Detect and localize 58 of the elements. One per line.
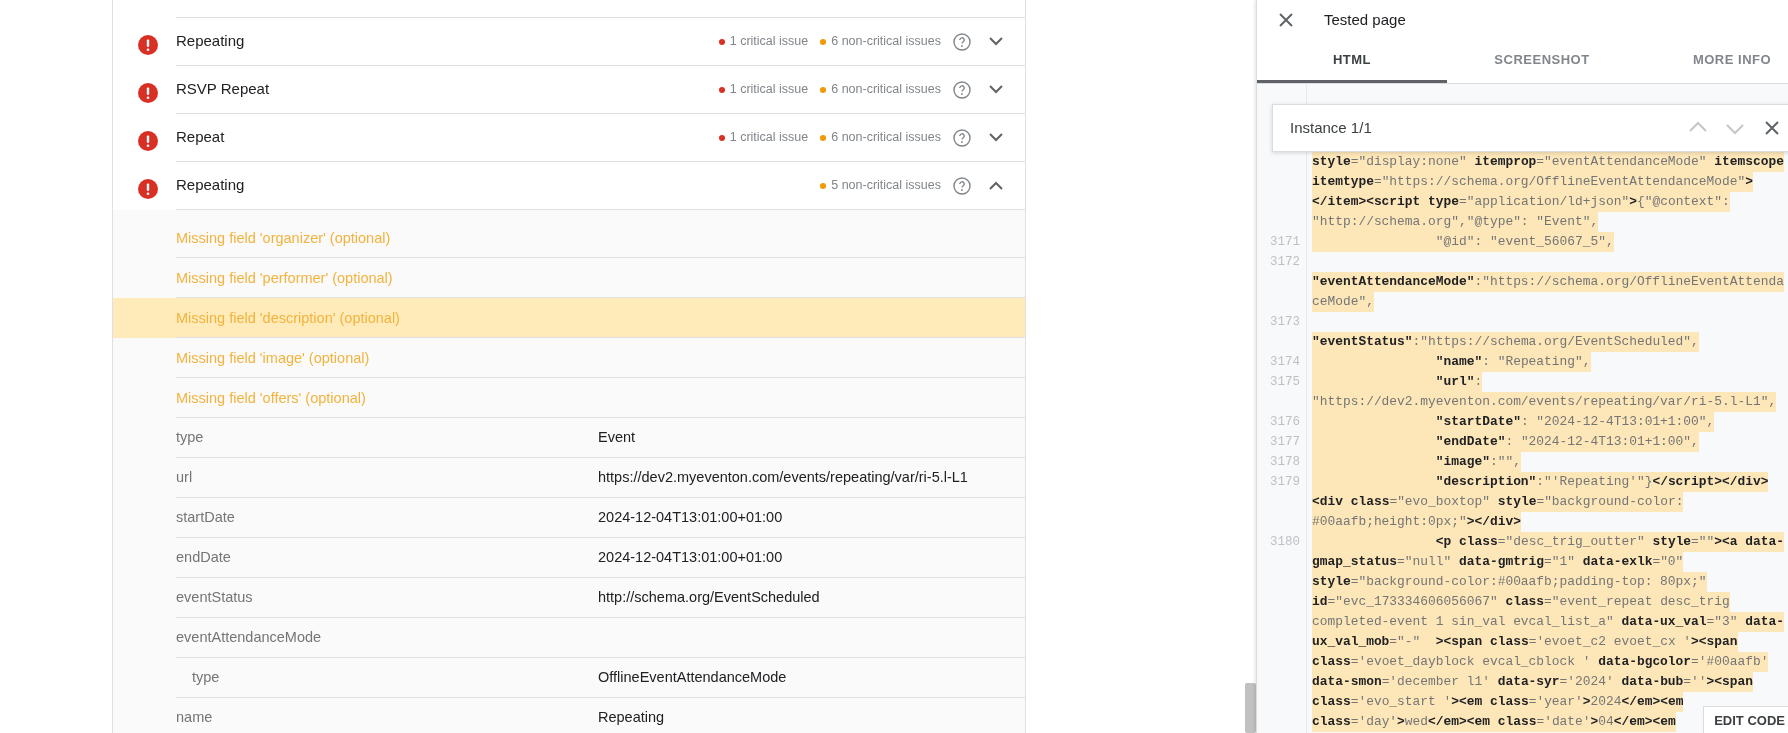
result-name: Repeating [176, 175, 246, 196]
property-value: Repeating [598, 707, 665, 727]
result-name: Repeating [176, 31, 246, 52]
error-icon [138, 32, 158, 52]
line-number: 3179 [1270, 474, 1300, 491]
property-label: startDate [176, 507, 236, 527]
issue-row[interactable]: Missing field 'offers' (optional) [113, 378, 1025, 418]
property-value: 2024-12-04T13:01:00+01:00 [598, 507, 783, 527]
error-icon [138, 80, 158, 100]
issue-count: 6 non-critical issues [831, 129, 941, 147]
line-number: 3173 [1270, 314, 1300, 331]
panel-tab[interactable]: MORE INFO [1637, 40, 1788, 83]
panel-tab[interactable]: SCREENSHOT [1447, 40, 1637, 83]
help-icon[interactable] [953, 32, 971, 51]
error-icon [138, 176, 158, 196]
result-name: RSVP Repeat [176, 79, 271, 100]
property-value: http://schema.org/EventScheduled [598, 587, 820, 607]
expand-chevron-icon[interactable] [989, 85, 1003, 94]
property-label: name [176, 707, 214, 727]
line-number: 3176 [1270, 414, 1300, 431]
property-label: type [176, 427, 205, 447]
result-name: Repeat [176, 127, 226, 148]
line-number: 3172 [1270, 254, 1300, 271]
line-number: 3180 [1270, 534, 1300, 551]
issue-count: 6 non-critical issues [831, 33, 941, 51]
instance-counter: Instance 1/1 [1290, 117, 1373, 138]
panel-title: Tested page [1324, 9, 1406, 30]
property-label: endDate [176, 547, 232, 567]
help-icon[interactable] [953, 128, 971, 147]
issue-count: 1 critical issue [729, 33, 809, 51]
property-value: OfflineEventAttendanceMode [598, 667, 787, 687]
line-number: 3175 [1270, 374, 1300, 391]
error-icon [138, 128, 158, 148]
collapse-chevron-icon[interactable] [989, 181, 1003, 190]
property-label: eventAttendanceMode [176, 627, 323, 647]
issue-row[interactable]: Missing field 'organizer' (optional) [113, 218, 1025, 258]
help-icon[interactable] [953, 80, 971, 99]
property-value: Event [598, 427, 636, 447]
issue-count: 1 critical issue [729, 81, 809, 99]
expand-chevron-icon[interactable] [989, 133, 1003, 142]
line-number: 3171 [1270, 234, 1300, 251]
issue-count: 5 non-critical issues [831, 177, 941, 195]
scrollbar-thumb[interactable] [1245, 683, 1256, 733]
line-number: 3178 [1270, 454, 1300, 471]
property-value: 2024-12-04T13:01:00+01:00 [598, 547, 783, 567]
line-number: 3174 [1270, 354, 1300, 371]
property-label: type [191, 667, 221, 687]
issue-row[interactable]: Missing field 'image' (optional) [113, 338, 1025, 378]
issue-row[interactable]: Missing field 'description' (optional) [113, 298, 1025, 338]
property-label: eventStatus [176, 587, 254, 607]
expand-chevron-icon[interactable] [989, 37, 1003, 46]
property-label: url [176, 467, 194, 487]
property-value: https://dev2.myeventon.com/events/repeating/var/ri-5.l-L1 [598, 467, 968, 487]
help-icon[interactable] [953, 176, 971, 195]
issue-count: 1 critical issue [729, 129, 809, 147]
edit-code-button[interactable]: EDIT CODE [1703, 705, 1788, 733]
line-number: 3177 [1270, 434, 1300, 451]
issue-count: 6 non-critical issues [831, 81, 941, 99]
